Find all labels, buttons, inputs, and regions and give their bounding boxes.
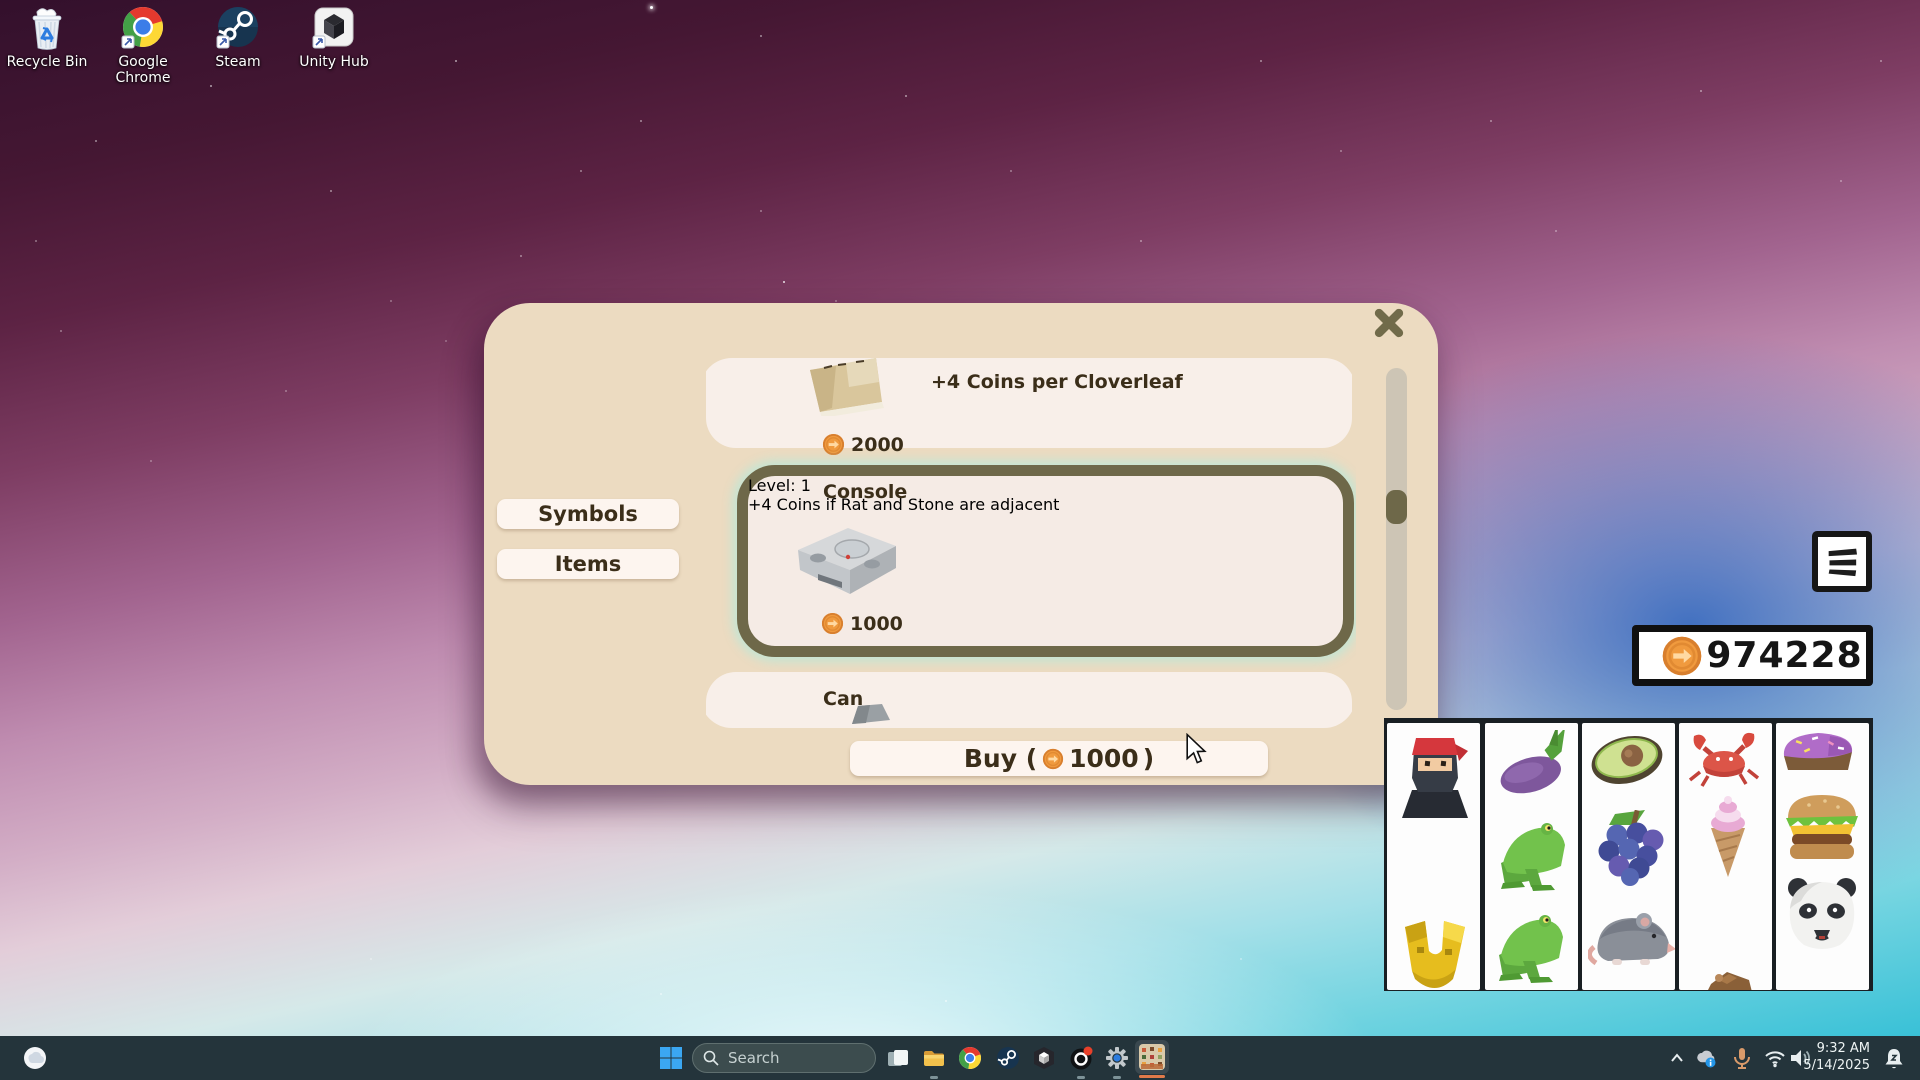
coin-icon [1661,635,1703,677]
symbol-frog-icon [1495,811,1573,891]
symbol-avocado-icon [1587,728,1667,792]
symbol-partial-item-icon [1697,972,1757,990]
mouse-cursor [1184,733,1208,765]
slot-board [1384,718,1873,991]
slot-column-3 [1582,723,1675,990]
game-app-icon [1139,1044,1165,1070]
file-explorer-icon[interactable] [922,1046,946,1070]
shop-dialog: Symbols Items +4 Coins per Cloverleaf [484,303,1438,785]
search-icon [703,1050,719,1066]
taskbar-search[interactable] [692,1043,876,1073]
search-input[interactable] [726,1048,850,1068]
symbol-golden-horseshoe-icon [1399,917,1471,990]
slot-column-1 [1387,723,1480,990]
buy-label-suffix: ) [1143,744,1154,773]
coin-icon [821,612,844,635]
wallpaper-stars [0,0,2,2]
chrome-icon [120,6,166,52]
nav-items-button[interactable]: Items [497,549,679,579]
symbol-ice-cream-icon [1704,795,1752,879]
desktop-icon-unity-hub[interactable]: Unity Hub [288,6,380,70]
symbol-burger-icon [1781,790,1863,864]
steam-icon [215,6,261,52]
widgets-weather-icon[interactable] [22,1045,48,1071]
coin-icon [1042,748,1064,770]
torn-paper-icon [804,358,888,416]
item-price: 2000 [822,433,904,456]
console-icon [788,510,906,610]
chrome-taskbar-icon[interactable] [958,1046,982,1070]
slot-column-4 [1679,723,1772,990]
symbol-crab-icon [1686,728,1762,788]
close-button[interactable] [1372,306,1406,340]
clock-date: 5/14/2025 [1790,1058,1870,1075]
desktop-icon-steam[interactable]: Steam [192,6,284,70]
nav-symbols-label: Symbols [538,502,638,526]
recycle-bin-icon [24,6,70,52]
task-view-icon[interactable] [886,1046,910,1070]
active-game-taskbar-button[interactable] [1135,1040,1169,1074]
coin-counter: 974228 [1632,625,1873,686]
settings-gear-icon[interactable] [1105,1046,1129,1070]
tray-microphone-icon[interactable] [1730,1046,1754,1070]
shop-card-cloverleaf-item[interactable]: +4 Coins per Cloverleaf 2000 [706,358,1352,448]
slot-column-2 [1485,723,1578,990]
slot-column-5 [1776,723,1869,990]
coin-count-value: 974228 [1703,635,1866,676]
desktop-icon-label: Unity Hub [288,54,380,70]
nav-items-label: Items [555,552,621,576]
start-button-windows-icon[interactable] [659,1046,683,1070]
item-description: +4 Coins per Cloverleaf [931,371,1183,393]
desktop-icon-google-chrome[interactable]: Google Chrome [97,6,189,86]
taskbar-clock[interactable]: 9:32 AM 5/14/2025 [1790,1041,1870,1075]
item-price-value: 1000 [850,613,903,635]
desktop-icon-label: Recycle Bin [1,54,93,70]
symbol-frog-icon [1493,903,1571,983]
symbol-eggplant-icon [1491,730,1575,800]
can-icon [846,704,898,728]
item-price: 1000 [821,612,903,635]
shop-card-can-item[interactable]: Can [706,672,1352,728]
tray-wifi-icon[interactable] [1763,1046,1787,1070]
close-icon [1372,306,1406,340]
shop-list-viewport: +4 Coins per Cloverleaf 2000 Console [700,358,1356,728]
symbol-ninja-icon [1402,730,1468,818]
shop-card-console-selected[interactable]: Console Level: 1 +4 Coins if Rat and Sto… [737,465,1354,657]
item-price-value: 2000 [851,434,904,456]
hamburger-icon [1822,542,1862,582]
symbol-rat-icon [1588,903,1675,973]
shop-scrollbar-track[interactable] [1386,368,1407,710]
running-indicator [930,1076,938,1079]
tray-cloud-sync-icon[interactable] [1694,1046,1718,1070]
coin-icon [822,433,845,456]
nav-symbols-button[interactable]: Symbols [497,499,679,529]
running-indicator [1113,1076,1121,1079]
unity-hub-taskbar-icon[interactable] [1032,1046,1056,1070]
unity-hub-icon [311,6,357,52]
obs-icon[interactable] [1069,1046,1093,1070]
desktop-icon-label: Steam [192,54,284,70]
steam-taskbar-icon[interactable] [996,1046,1020,1070]
tray-chevron-up-icon[interactable] [1667,1048,1687,1068]
desktop-icon-label: Google Chrome [97,54,189,86]
shop-scrollbar-thumb[interactable] [1386,490,1407,524]
symbol-donut-icon [1778,728,1858,770]
active-running-indicator [1139,1075,1165,1078]
menu-button[interactable] [1812,531,1872,592]
notification-bell-icon[interactable] [1882,1046,1906,1070]
bright-star [650,6,653,9]
item-title: Console [823,481,907,503]
buy-label-prefix: Buy ( [964,744,1037,773]
symbol-panda-icon [1783,875,1861,955]
buy-label-amount: 1000 [1069,744,1139,773]
running-indicator [1077,1076,1085,1079]
symbol-grapes-icon [1587,810,1675,886]
clock-time: 9:32 AM [1790,1041,1870,1058]
desktop-icon-recycle-bin[interactable]: Recycle Bin [1,6,93,70]
